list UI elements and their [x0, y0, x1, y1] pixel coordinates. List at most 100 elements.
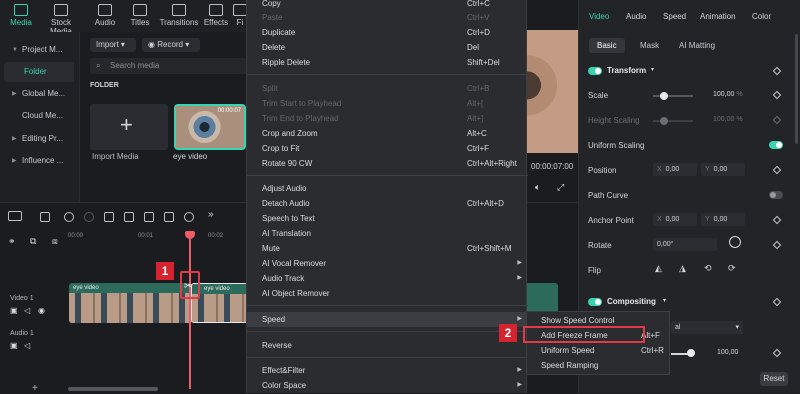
anchor-y-field[interactable]: Y 0,00 [701, 213, 745, 226]
opacity-slider-knob[interactable] [687, 349, 695, 357]
lock-icon[interactable]: ▣ [10, 341, 18, 350]
link-icon[interactable]: ⚭ [8, 236, 16, 247]
sidebar-item-cloud-media[interactable]: Cloud Me... [4, 106, 74, 126]
speaker-icon[interactable]: ◁ [24, 306, 30, 315]
tab-effects[interactable]: Effects [197, 2, 235, 27]
menu-item-crop-to-fit[interactable]: Crop to Fit Ctrl+F [247, 141, 528, 156]
rotate-right-icon[interactable]: ⟳ [728, 263, 736, 274]
keyframe-icon[interactable] [772, 66, 782, 76]
rotate-left-icon[interactable]: ⟲ [704, 263, 712, 274]
tab-transitions[interactable]: Transitions [158, 2, 200, 27]
menu-item-adjust-audio[interactable]: Adjust Audio [247, 181, 528, 196]
keyframe-icon[interactable] [772, 215, 782, 225]
subtab-ai-matting[interactable]: AI Matting [671, 38, 723, 53]
uniform-scaling-toggle[interactable] [769, 141, 783, 149]
menu-item-audio-track[interactable]: Audio Track ▶ [247, 271, 528, 286]
chevron-down-icon[interactable]: ▾ [663, 297, 666, 304]
layout-grid-icon[interactable] [8, 211, 22, 221]
menu-item-ripple-delete[interactable]: Ripple Delete Shift+Del [247, 55, 528, 70]
rotate-field[interactable]: 0,00° [653, 238, 717, 251]
sidebar-item-project-media[interactable]: ▼ Project M... [4, 40, 74, 60]
fullscreen-icon[interactable]: ⤢ [557, 182, 564, 193]
search-input[interactable]: ⌕ Search media [90, 58, 250, 74]
menu-item-ai-object-remover[interactable]: AI Object Remover [247, 286, 528, 301]
subtab-basic[interactable]: Basic [589, 38, 625, 53]
keyframe-icon[interactable] [772, 348, 782, 358]
volume-icon[interactable]: 🔈︎ [535, 182, 540, 193]
menu-item-ai-translation[interactable]: AI Translation [247, 226, 528, 241]
media-thumbnail-eye-video[interactable]: 00:00:07 [174, 104, 246, 150]
tab-animation[interactable]: Animation [700, 12, 736, 21]
playhead[interactable] [189, 233, 191, 389]
menu-item-ai-vocal-remover[interactable]: AI Vocal Remover ▶ [247, 256, 528, 271]
scissors-icon[interactable]: ✂ [184, 281, 192, 292]
transform-toggle[interactable] [588, 67, 602, 75]
text-tool-icon[interactable] [164, 212, 174, 222]
position-x-field[interactable]: X 0,00 [653, 163, 697, 176]
tab-speed[interactable]: Speed [663, 12, 686, 21]
more-tools-icon[interactable]: » [208, 209, 214, 220]
add-track-icon[interactable]: + [32, 383, 38, 394]
scale-value[interactable]: 100,00 % [713, 91, 743, 98]
reset-button[interactable]: Reset [760, 372, 788, 386]
eye-icon[interactable]: ◉ [38, 306, 45, 315]
keyframe-icon[interactable] [772, 297, 782, 307]
anchor-x-field[interactable]: X 0,00 [653, 213, 697, 226]
submenu-item-speed-ramping[interactable]: Speed Ramping [527, 358, 669, 373]
tab-color[interactable]: Color [752, 12, 771, 21]
path-curve-toggle[interactable] [769, 191, 783, 199]
sidebar-item-influence[interactable]: ▶ Influence ... [4, 151, 74, 171]
menu-item-effect-filter[interactable]: Effect&Filter ▶ [247, 363, 528, 378]
scale-slider-knob[interactable] [660, 92, 668, 100]
rotate-dial-icon[interactable] [729, 236, 741, 248]
menu-item-reverse[interactable]: Reverse [247, 338, 528, 353]
keyframe-icon[interactable] [772, 90, 782, 100]
subtab-mask[interactable]: Mask [632, 38, 667, 53]
sidebar-item-global-media[interactable]: ▶ Global Me... [4, 84, 74, 104]
tab-stock-media[interactable]: Stock Media [42, 2, 80, 36]
timeline-ruler[interactable]: 00:00 00:01 00:02 [60, 233, 250, 245]
split-tool-icon[interactable] [124, 212, 134, 222]
chevron-down-icon[interactable]: ▾ [651, 66, 654, 73]
opacity-value[interactable]: 100,00 [717, 349, 738, 356]
tab-media[interactable]: Media [2, 2, 40, 27]
tab-audio[interactable]: Audio [86, 2, 124, 27]
scrollbar[interactable] [795, 34, 798, 144]
timeline-scrollbar[interactable] [68, 387, 158, 391]
crop-tool-icon[interactable] [144, 212, 154, 222]
tab-audio-props[interactable]: Audio [626, 12, 646, 21]
tab-titles[interactable]: Titles [121, 2, 159, 27]
sidebar-item-editing-projects[interactable]: ▶ Editing Pr... [4, 129, 74, 149]
timeline-clip-eye-video[interactable]: eye video [69, 283, 192, 323]
sidebar-item-folder[interactable]: Folder [4, 62, 74, 82]
menu-item-color-space[interactable]: Color Space ▶ [247, 378, 528, 393]
scale-slider[interactable] [653, 95, 693, 97]
submenu-item-uniform-speed[interactable]: Uniform Speed Ctrl+R [527, 343, 669, 358]
keyframe-icon[interactable] [772, 240, 782, 250]
track-manager-icon[interactable]: ⧉ [30, 236, 36, 247]
compositing-toggle[interactable] [588, 298, 602, 306]
menu-item-rotate-90[interactable]: Rotate 90 CW Ctrl+Alt+Right [247, 156, 528, 171]
import-dropdown[interactable]: Import ▾ [90, 38, 136, 52]
redo-icon[interactable] [84, 212, 94, 222]
speaker-icon[interactable]: ◁ [24, 341, 30, 350]
keyframe-icon[interactable] [772, 165, 782, 175]
import-media-tile[interactable]: + [90, 104, 168, 150]
delete-icon[interactable] [104, 212, 114, 222]
menu-item-speed[interactable]: Speed ▶ [247, 312, 528, 327]
blend-mode-select[interactable]: al ▾ [671, 321, 743, 334]
menu-item-delete[interactable]: Delete Del [247, 40, 528, 55]
menu-item-mute[interactable]: Mute Ctrl+Shift+M [247, 241, 528, 256]
menu-item-speech-to-text[interactable]: Speech to Text [247, 211, 528, 226]
undo-icon[interactable] [64, 212, 74, 222]
position-y-field[interactable]: Y 0,00 [701, 163, 745, 176]
snap-icon[interactable]: ⧈ [52, 236, 58, 247]
select-tool-icon[interactable] [40, 212, 50, 222]
tab-video[interactable]: Video [589, 12, 609, 21]
menu-item-duplicate[interactable]: Duplicate Ctrl+D [247, 25, 528, 40]
lock-icon[interactable]: ▣ [10, 306, 18, 315]
flip-vertical-icon[interactable]: ◮ [679, 263, 686, 274]
menu-item-crop-and-zoom[interactable]: Crop and Zoom Alt+C [247, 126, 528, 141]
adjust-tool-icon[interactable] [184, 212, 194, 222]
flip-horizontal-icon[interactable]: ◭ [655, 263, 662, 274]
